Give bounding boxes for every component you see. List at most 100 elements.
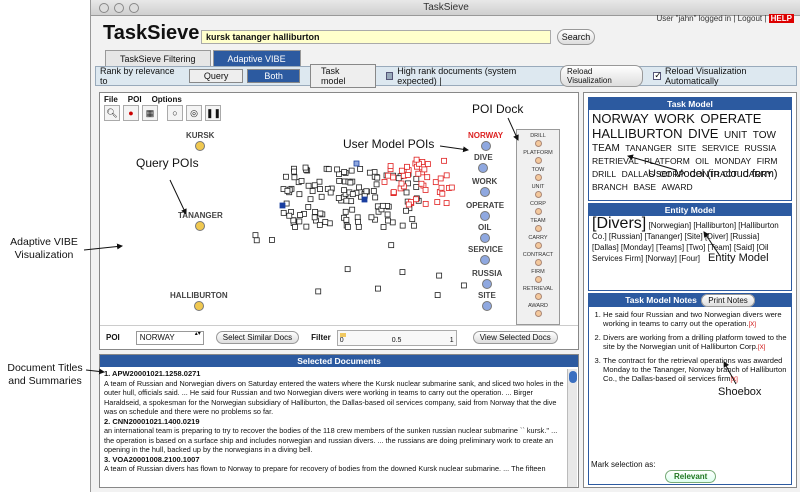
document-node-relevant[interactable]: [422, 187, 429, 193]
document-node[interactable]: [348, 198, 355, 205]
circle-tool-icon[interactable]: ○: [167, 105, 183, 121]
filter-slider[interactable]: 0 0.5 1: [336, 329, 457, 346]
document-node[interactable]: [307, 196, 314, 203]
document-node[interactable]: [348, 167, 355, 174]
document-node[interactable]: [384, 211, 391, 218]
document-node[interactable]: [291, 165, 297, 172]
dock-poi-carry[interactable]: CARRY: [517, 235, 559, 249]
document-node-relevant[interactable]: [415, 170, 422, 177]
dock-poi-dot-icon[interactable]: [534, 310, 542, 317]
user-poi-norway[interactable]: NORWAY: [468, 131, 503, 151]
note-item[interactable]: Divers are working from a drilling platf…: [603, 333, 787, 354]
task-model-word[interactable]: HALLIBURTON: [592, 126, 683, 141]
task-model-word[interactable]: PLATFORM: [644, 156, 690, 166]
dock-poi-dot-icon[interactable]: [534, 293, 542, 300]
document-node[interactable]: [342, 208, 349, 215]
document-node[interactable]: [296, 218, 303, 225]
task-model-word[interactable]: TOW: [753, 130, 776, 141]
document-node[interactable]: [286, 186, 293, 193]
document-node[interactable]: [341, 187, 347, 194]
document-node[interactable]: [374, 174, 381, 181]
document-node[interactable]: [318, 193, 325, 200]
document-node[interactable]: [384, 203, 391, 209]
user-poi-dot-icon[interactable]: [479, 233, 490, 243]
select-similar-docs-button[interactable]: Select Similar Docs: [215, 331, 300, 344]
task-model-word[interactable]: FIRM: [757, 156, 778, 166]
document-node[interactable]: [280, 209, 287, 216]
document-node[interactable]: [395, 175, 402, 182]
document-node[interactable]: [291, 168, 298, 175]
task-model-word[interactable]: OPERATE: [700, 111, 761, 126]
document-node[interactable]: [301, 210, 307, 217]
dock-poi-dot-icon[interactable]: [534, 191, 542, 198]
task-model-word[interactable]: OIL: [695, 156, 709, 166]
document-node-relevant[interactable]: [404, 172, 411, 178]
document-node-relevant[interactable]: [436, 189, 443, 195]
print-notes-button[interactable]: Print Notes: [701, 294, 755, 307]
reload-auto-checkbox[interactable]: [653, 70, 661, 81]
document-node[interactable]: [405, 180, 411, 187]
remove-note-button[interactable]: [X]: [758, 345, 765, 351]
grid-tool-icon[interactable]: ▦: [142, 105, 158, 121]
document-node[interactable]: [316, 221, 323, 228]
rank-task-model-button[interactable]: Task model: [309, 64, 376, 88]
document-node[interactable]: [436, 272, 443, 279]
document-node-relevant[interactable]: [420, 182, 427, 189]
document-node[interactable]: [286, 212, 293, 219]
window-controls[interactable]: [99, 3, 139, 13]
document-node-relevant[interactable]: [413, 196, 419, 203]
document-node[interactable]: [383, 172, 390, 179]
document-node[interactable]: [327, 189, 334, 196]
poi-color-tool-icon[interactable]: ●: [123, 105, 139, 121]
document-node[interactable]: [399, 269, 406, 275]
document-node-relevant[interactable]: [398, 180, 405, 187]
user-poi-operate[interactable]: OPERATE: [466, 201, 504, 221]
document-node[interactable]: [297, 212, 303, 218]
document-node[interactable]: [434, 292, 441, 298]
menu-poi[interactable]: POI: [128, 95, 142, 104]
note-item[interactable]: He said four Russian and two Norwegian d…: [603, 310, 787, 331]
dock-poi-unit[interactable]: UNIT: [517, 184, 559, 198]
document-node-relevant[interactable]: [387, 166, 394, 173]
document-node[interactable]: [373, 174, 380, 180]
document-node-relevant[interactable]: [441, 157, 447, 164]
task-model-word[interactable]: DIVE: [688, 126, 718, 141]
document-node[interactable]: [413, 184, 420, 190]
minimize-dot-icon[interactable]: [114, 3, 124, 13]
search-button[interactable]: Search: [557, 29, 595, 45]
document-node[interactable]: [304, 167, 311, 174]
menu-file[interactable]: File: [104, 95, 118, 104]
document-node[interactable]: [355, 223, 362, 230]
document-node[interactable]: [311, 214, 318, 221]
document-node-relevant[interactable]: [434, 199, 441, 205]
document-node[interactable]: [375, 285, 381, 292]
document-node[interactable]: [343, 197, 350, 204]
query-poi-tananger[interactable]: TANANGER: [178, 211, 223, 231]
entity-big[interactable]: [Divers]: [592, 215, 646, 232]
query-poi-dot-icon[interactable]: [195, 221, 206, 231]
dock-poi-tow[interactable]: TOW: [517, 167, 559, 181]
document-node[interactable]: [323, 165, 330, 172]
user-poi-dot-icon[interactable]: [482, 279, 493, 289]
document-node[interactable]: [302, 164, 309, 171]
task-model-word[interactable]: MONDAY: [715, 156, 752, 166]
user-poi-site[interactable]: SITE: [478, 291, 496, 311]
document-node[interactable]: [338, 197, 345, 204]
document-node[interactable]: [380, 224, 387, 230]
notes-list[interactable]: He said four Russian and two Norwegian d…: [589, 307, 791, 386]
document-node-relevant[interactable]: [443, 172, 450, 179]
document-node-relevant[interactable]: [405, 167, 412, 174]
magnifier-tool-icon[interactable]: 🔍︎: [104, 105, 120, 121]
document-node[interactable]: [356, 184, 362, 191]
query-poi-halliburton[interactable]: HALLIBURTON: [170, 291, 228, 311]
dock-poi-corp[interactable]: CORP: [517, 201, 559, 215]
document-node[interactable]: [368, 214, 375, 221]
document-node[interactable]: [303, 166, 310, 173]
user-poi-dot-icon[interactable]: [480, 141, 491, 151]
document-node[interactable]: [253, 237, 260, 244]
dock-poi-platform[interactable]: PLATFORM: [517, 150, 559, 164]
document-node[interactable]: [336, 171, 342, 177]
document-node[interactable]: [366, 169, 373, 176]
document-node-relevant[interactable]: [404, 163, 410, 170]
document-item[interactable]: 1. APW20001021.1258.0271 A team of Russia…: [104, 369, 564, 417]
